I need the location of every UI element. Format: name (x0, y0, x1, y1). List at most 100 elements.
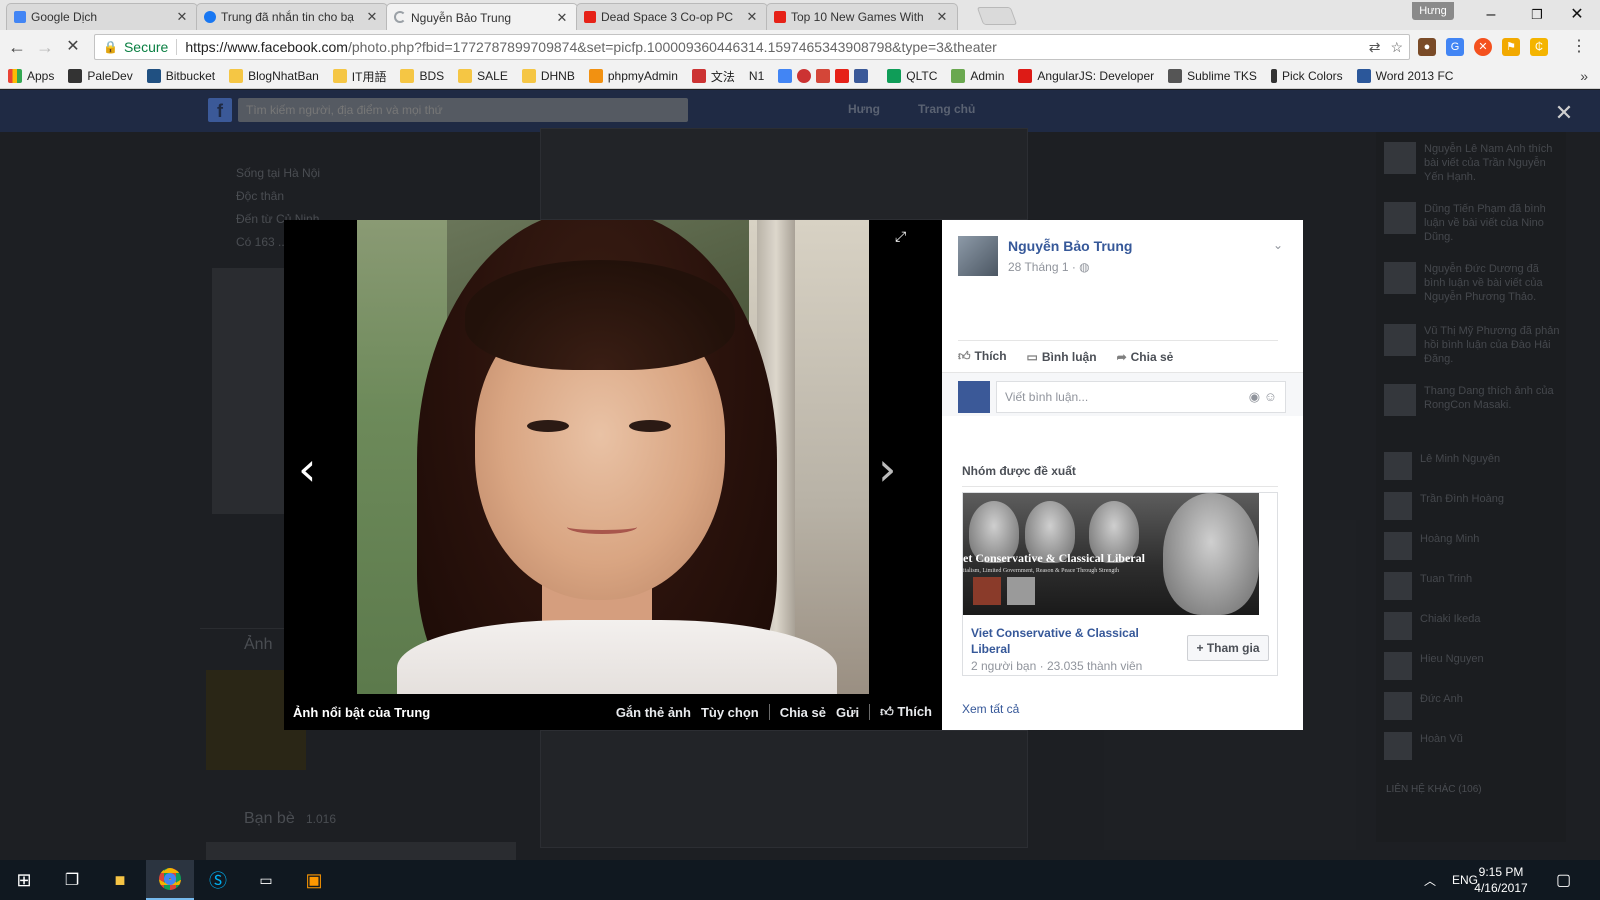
see-all-link[interactable]: Xem tất cả (962, 702, 1019, 716)
terminal-icon[interactable]: ▭ (242, 860, 290, 900)
close-icon[interactable]: ✕ (935, 9, 949, 25)
group-cover-image[interactable]: et Conservative & Classical Liberal ital… (963, 493, 1259, 615)
close-icon[interactable]: ✕ (745, 9, 759, 25)
bookmark-bunpou[interactable]: 文法 (691, 68, 735, 85)
ticker-item[interactable]: Nguyễn Đức Dương đã bình luận về bài viế… (1384, 262, 1560, 304)
minimize-button[interactable]: – (1468, 4, 1514, 26)
file-explorer-icon[interactable]: ■ (96, 860, 144, 900)
bookmark-blognhatban[interactable]: BlogNhatBan (229, 69, 319, 83)
facebook-icon[interactable] (854, 69, 869, 83)
share-action[interactable]: ➦ Chia sẻ (1117, 350, 1174, 364)
bookmark-bds[interactable]: BDS (400, 69, 444, 83)
windows-start-icon[interactable]: ⊞ (0, 860, 48, 900)
nav-user[interactable]: Hưng (848, 102, 880, 116)
new-tab-button[interactable] (976, 7, 1018, 25)
bookmark-bitbucket[interactable]: Bitbucket (146, 69, 215, 83)
ticker-item[interactable]: Dũng Tiến Phạm đã bình luận về bài viết … (1384, 202, 1560, 244)
bookmark-dhnb[interactable]: DHNB (521, 69, 575, 83)
extension-icon[interactable]: ⚑ (1502, 38, 1520, 56)
camera-icon[interactable]: ◉ (1249, 389, 1260, 404)
tab-google-dich[interactable]: Google Dịch ✕ (6, 3, 198, 30)
task-view-icon[interactable]: ❐ (48, 860, 96, 900)
tab-dead-space[interactable]: Dead Space 3 Co-op PC ✕ (576, 3, 768, 30)
tab-top-10-games[interactable]: Top 10 New Games With ✕ (766, 3, 958, 30)
skype-icon[interactable]: Ⓢ (194, 860, 242, 900)
next-photo-icon[interactable]: › (878, 446, 896, 492)
sublime-text-icon[interactable]: ▣ (290, 860, 338, 900)
emoji-icon[interactable]: ☺ (1264, 389, 1277, 404)
chevron-down-icon[interactable]: ⌄ (1273, 238, 1283, 252)
ticker-item[interactable]: Nguyễn Lê Nam Anh thích bài viết của Trầ… (1384, 142, 1560, 184)
bookmark-n1[interactable]: N1 (749, 69, 764, 83)
fullscreen-icon[interactable]: ⤢ (895, 228, 906, 245)
system-clock[interactable]: 9:15 PM 4/16/2017 (1466, 864, 1536, 896)
bookmark-admin[interactable]: Admin (951, 69, 1004, 83)
menu-icon[interactable]: ⋮ (1568, 36, 1590, 58)
share-button[interactable]: Chia sẻ (780, 705, 826, 720)
close-window-button[interactable]: ✕ (1554, 4, 1600, 26)
bookmark-word-2013[interactable]: Word 2013 FC (1356, 69, 1453, 83)
translate-extension-icon[interactable]: G (1446, 38, 1464, 56)
contact-item[interactable]: Hoàn Vũ (1384, 732, 1560, 760)
facebook-logo-icon[interactable]: f (208, 98, 232, 122)
close-icon[interactable]: ✕ (365, 9, 379, 25)
back-icon[interactable]: ← (6, 36, 28, 58)
group-name[interactable]: Viet Conservative & Classical Liberal (971, 625, 1171, 657)
close-theater-icon[interactable]: ✕ (1552, 100, 1576, 126)
bookmark-qltc[interactable]: QLTC (887, 69, 937, 83)
contact-item[interactable]: Hoàng Minh (1384, 532, 1560, 560)
like-action[interactable]: 👍︎ Thích (958, 349, 1007, 364)
author-avatar[interactable] (958, 236, 998, 276)
contact-item[interactable]: Lê Minh Nguyên (1384, 452, 1560, 480)
contact-item[interactable]: Trần Đình Hoàng (1384, 492, 1560, 520)
bookmark-sale[interactable]: SALE (458, 69, 508, 83)
contact-item[interactable]: Chiaki Ikeda (1384, 612, 1560, 640)
bookmark-angularjs[interactable]: AngularJS: Developer (1018, 69, 1154, 83)
comment-input[interactable]: Viết bình luận... ◉ ☺ (996, 381, 1286, 413)
tab-messenger[interactable]: Trung đã nhắn tin cho bạ ✕ (196, 3, 388, 30)
extension-icon[interactable]: ₵ (1530, 38, 1548, 56)
address-bar[interactable]: 🔒 Secure https://www.facebook.com/photo.… (94, 34, 1410, 60)
bookmark-it[interactable]: IT用語 (332, 68, 386, 85)
previous-photo-icon[interactable]: ‹ (298, 446, 316, 492)
post-date[interactable]: 28 Tháng 1 · ◍ (1008, 260, 1090, 274)
nav-home[interactable]: Trang chủ (918, 102, 975, 116)
star-icon[interactable]: ☆ (1390, 39, 1403, 56)
ticker-item[interactable]: Vũ Thị Mỹ Phương đã phản hồi bình luận c… (1384, 324, 1560, 366)
close-icon[interactable]: ✕ (555, 10, 569, 26)
extension-icon[interactable]: ● (1418, 38, 1436, 56)
translate-icon[interactable]: ⇄ (1369, 39, 1381, 56)
tab-nguyen-bao-trung[interactable]: Nguyễn Bảo Trung ✕ (386, 3, 578, 31)
notifications-icon[interactable]: ▢ (1556, 860, 1571, 900)
close-icon[interactable]: ✕ (175, 9, 189, 25)
bookmark-apps[interactable]: Apps (8, 69, 54, 83)
search-icon[interactable] (797, 69, 812, 83)
contact-item[interactable]: Tuan Trinh (1384, 572, 1560, 600)
send-button[interactable]: Gửi (836, 705, 859, 720)
options-button[interactable]: Tùy chọn (701, 705, 759, 720)
comment-action[interactable]: ▭ Bình luận (1027, 350, 1097, 364)
show-hidden-icons-icon[interactable]: ︿ (1424, 860, 1436, 900)
bookmark-sublime[interactable]: Sublime TKS (1168, 69, 1257, 83)
forward-icon[interactable]: → (34, 36, 56, 58)
search-input[interactable]: Tìm kiếm người, địa điểm và mọi thứ (238, 98, 688, 122)
contact-item[interactable]: Đức Anh (1384, 692, 1560, 720)
profile-photo[interactable] (357, 220, 869, 694)
join-group-button[interactable]: + Tham gia (1187, 635, 1269, 661)
chevron-right-icon[interactable]: » (1580, 68, 1588, 84)
youtube-icon[interactable] (835, 69, 850, 83)
profile-button[interactable]: Hưng (1412, 2, 1454, 20)
like-button[interactable]: 👍︎ Thích (880, 704, 932, 720)
gmail-icon[interactable] (816, 69, 831, 83)
translate-icon[interactable] (778, 69, 793, 83)
bookmark-pick-colors[interactable]: Pick Colors (1270, 69, 1343, 83)
contact-item[interactable]: Hieu Nguyen (1384, 652, 1560, 680)
stop-icon[interactable]: ✕ (62, 36, 84, 58)
extension-icon[interactable]: ✕ (1474, 38, 1492, 56)
author-name[interactable]: Nguyễn Bảo Trung (1008, 238, 1132, 254)
chrome-icon[interactable] (146, 860, 194, 900)
tag-photo-button[interactable]: Gắn thẻ ảnh (616, 705, 691, 720)
bookmark-paledev[interactable]: PaleDev (68, 69, 133, 83)
ticker-item[interactable]: Thang Dang thích ảnh của RongCon Masaki. (1384, 384, 1560, 416)
bookmark-phpmyadmin[interactable]: phpmyAdmin (588, 69, 678, 83)
